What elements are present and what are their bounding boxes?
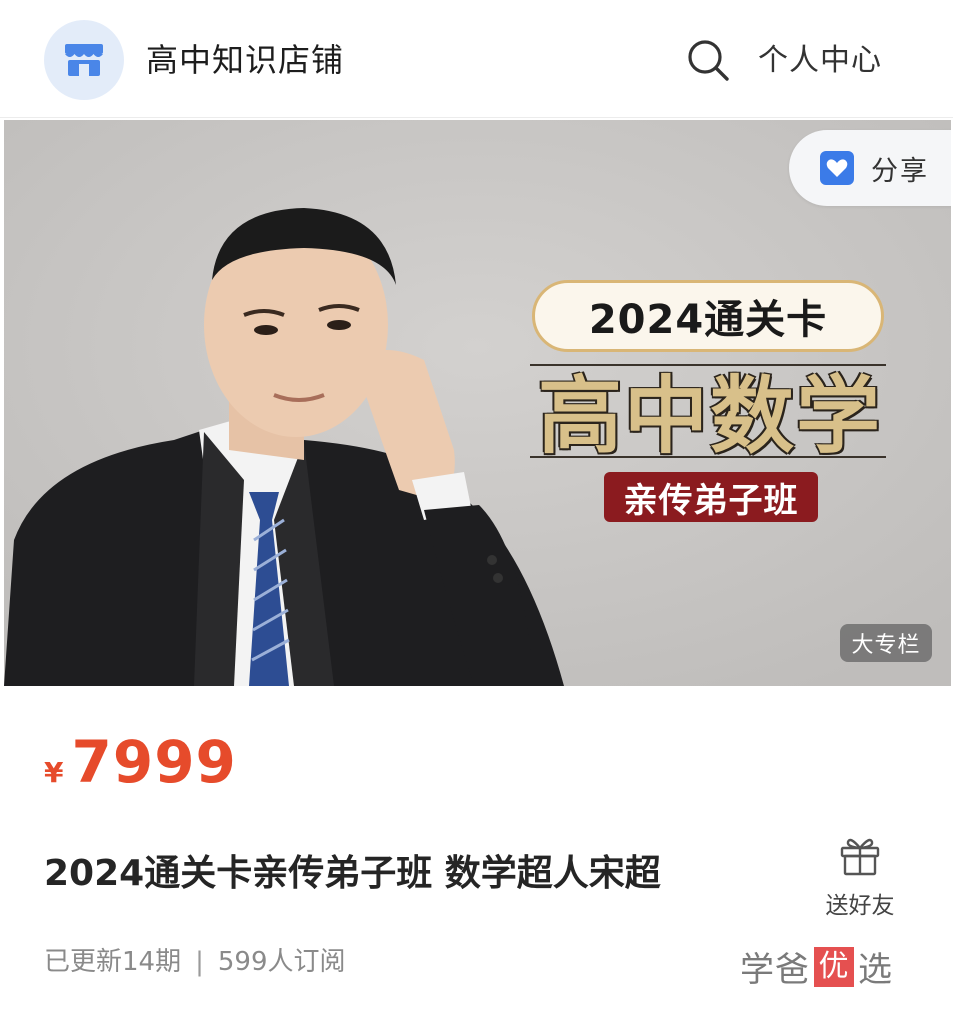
- promo-divider-bottom: [530, 456, 886, 458]
- course-meta: 已更新14期 | 599人订阅: [44, 944, 346, 980]
- column-badge: 大专栏: [840, 624, 932, 662]
- share-label: 分享: [871, 155, 929, 187]
- brand-text-left: 学爸: [740, 950, 810, 990]
- share-icon: [820, 151, 854, 185]
- subscriber-count: 599人订阅: [217, 947, 346, 977]
- search-icon[interactable]: [686, 38, 730, 82]
- shop-avatar[interactable]: [44, 20, 124, 100]
- brand-text-right: 选: [858, 950, 893, 990]
- promo-tag-text: 亲传弟子班: [623, 480, 799, 521]
- promo-pill-text: 2024通关卡: [588, 297, 828, 343]
- course-banner[interactable]: 分享 2024通关卡 高中数学 亲传弟子班 大专栏: [4, 120, 951, 686]
- brand-logo: 学爸 优 选: [740, 942, 893, 991]
- gift-label: 送好友: [825, 893, 895, 919]
- shop-name[interactable]: 高中知识店铺: [146, 38, 344, 82]
- promo-title: 高中数学: [537, 366, 882, 465]
- brand-mark: 优: [814, 946, 854, 987]
- product-title: 2024通关卡亲传弟子班 数学超人宋超: [44, 853, 661, 894]
- meta-separator: |: [195, 947, 204, 977]
- price-value: 7999: [71, 728, 237, 796]
- promo-pill: 2024通关卡: [532, 280, 884, 352]
- shop-icon: [65, 44, 103, 76]
- promo-tag: 亲传弟子班: [604, 472, 818, 522]
- personal-center-link[interactable]: 个人中心: [758, 40, 882, 82]
- update-count: 已更新14期: [44, 947, 182, 977]
- gift-friend-button[interactable]: 送好友: [818, 832, 902, 919]
- price-symbol: ¥: [44, 756, 64, 789]
- share-button[interactable]: 分享: [789, 130, 951, 206]
- price: ¥ 7999: [44, 728, 237, 796]
- gift-icon: [840, 838, 880, 876]
- header: 高中知识店铺 个人中心: [0, 0, 953, 118]
